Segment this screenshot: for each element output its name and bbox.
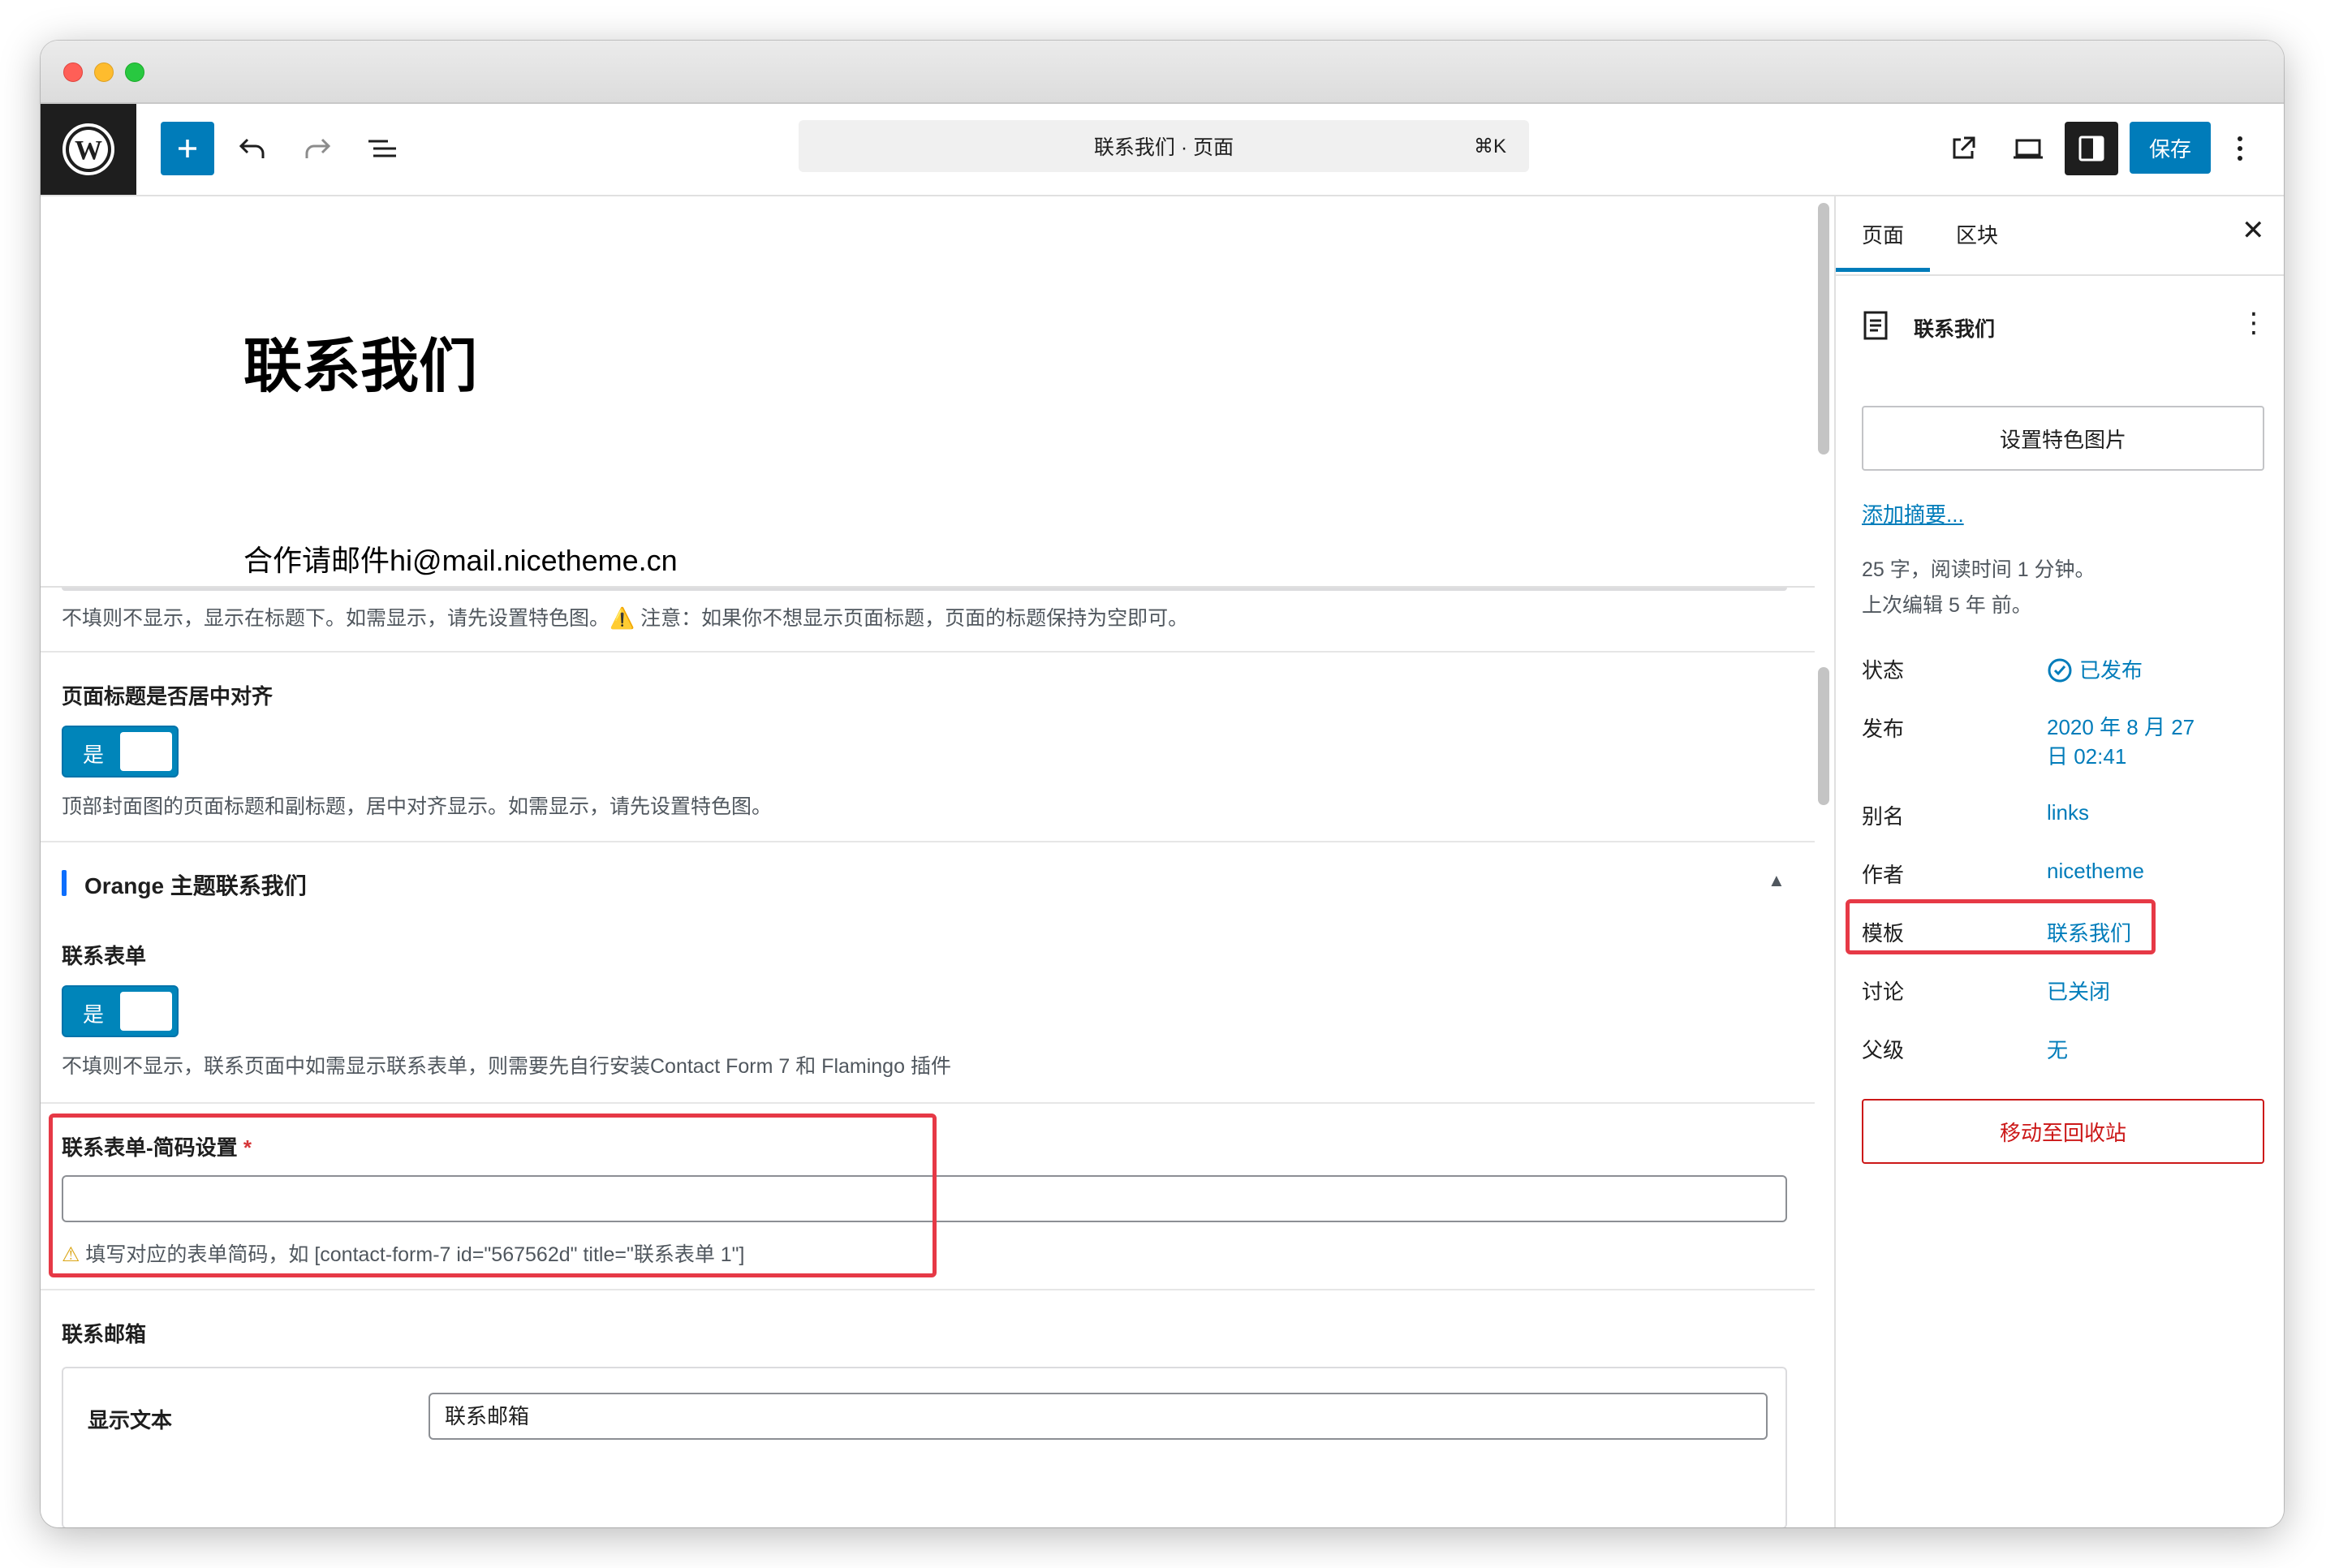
svg-text:W: W — [75, 136, 102, 166]
tab-page[interactable]: 页面 — [1862, 219, 1904, 249]
set-featured-image-button[interactable]: 设置特色图片 — [1862, 406, 2264, 471]
command-shortcut: ⌘K — [1473, 135, 1506, 157]
settings-toggle-button[interactable] — [2065, 122, 2118, 175]
browser-window: W 联系我们 · 页面 ⌘K 保存 联系我们 合作请邮件hi@mail.nice… — [41, 41, 2284, 1527]
center-title-toggle[interactable]: 是 — [62, 726, 179, 778]
section-heading: Orange 主题联系我们 — [84, 873, 307, 898]
canvas-scrollbar[interactable] — [1818, 203, 1829, 454]
word-count: 25 字，阅读时间 1 分钟。 — [1862, 558, 2096, 581]
settings-sidebar: 页面 区块 ✕ 联系我们 ⋮ 设置特色图片 添加摘要... 25 字，阅读时间 … — [1834, 196, 2284, 1527]
published-check-icon — [2048, 658, 2072, 683]
toggle-knob — [120, 992, 172, 1031]
undo-button[interactable] — [226, 122, 279, 175]
meta-boxes-area: 不填则不显示，显示在标题下。如需显示，请先设置特色图。⚠️ 注意：如果你不想显示… — [41, 588, 1815, 1527]
paragraph-block[interactable]: 合作请邮件hi@mail.nicetheme.cn — [243, 537, 678, 579]
contact-form-toggle[interactable]: 是 — [62, 985, 179, 1037]
toggle-label: 是 — [83, 743, 105, 767]
publish-label: 发布 — [1862, 717, 1905, 741]
contact-email-group: 显示文本 联系邮箱 — [62, 1367, 1787, 1527]
save-button[interactable]: 保存 — [2130, 122, 2211, 174]
document-bar-title: 联系我们 · 页面 — [1093, 136, 1234, 159]
editor-toolbar: W 联系我们 · 页面 ⌘K 保存 — [41, 104, 2284, 196]
redo-button[interactable] — [291, 122, 344, 175]
slug-label: 别名 — [1862, 804, 1905, 829]
center-title-hint: 顶部封面图的页面标题和副标题，居中对齐显示。如需显示，请先设置特色图。 — [62, 795, 773, 818]
minimize-window-button[interactable] — [94, 62, 114, 82]
discussion-value[interactable]: 已关闭 — [2047, 976, 2110, 1006]
author-value[interactable]: nicetheme — [2047, 859, 2144, 884]
status-value[interactable]: 已发布 — [2047, 654, 2143, 684]
toggle-knob — [120, 732, 172, 771]
author-label: 作者 — [1862, 863, 1905, 887]
display-text-input[interactable]: 联系邮箱 — [429, 1393, 1768, 1440]
undo-icon — [239, 138, 265, 158]
desktop-preview-icon — [2014, 139, 2043, 159]
close-sidebar-icon[interactable]: ✕ — [2242, 214, 2265, 247]
parent-label: 父级 — [1862, 1038, 1905, 1062]
divider — [41, 1102, 1815, 1104]
preview-device-button[interactable] — [2001, 122, 2055, 175]
external-link-icon — [1953, 136, 1975, 159]
redo-icon — [305, 138, 331, 158]
toggle-label: 是 — [83, 1002, 105, 1027]
display-text-label: 显示文本 — [88, 1408, 173, 1432]
wordpress-icon: W — [62, 123, 114, 175]
center-title-label: 页面标题是否居中对齐 — [62, 684, 274, 709]
sidebar-toggle-icon — [2078, 136, 2104, 162]
list-view-icon — [368, 140, 396, 157]
add-excerpt-link[interactable]: 添加摘要... — [1862, 498, 1964, 528]
divider — [41, 1289, 1815, 1290]
document-title: 联系我们 — [1914, 318, 1996, 341]
active-tab-indicator — [1836, 268, 1930, 272]
more-vertical-icon — [2238, 136, 2242, 161]
last-edited: 上次编辑 5 年 前。 — [1862, 594, 2032, 617]
list-view-button[interactable] — [355, 122, 409, 175]
contact-form-hint: 不填则不显示，联系页面中如需显示联系表单，则需要先自行安装Contact For… — [62, 1055, 951, 1078]
move-to-trash-button[interactable]: 移动至回收站 — [1862, 1099, 2264, 1164]
document-bar[interactable]: 联系我们 · 页面 ⌘K — [799, 120, 1529, 172]
document-summary: 联系我们 ⋮ — [1862, 308, 2268, 342]
plus-icon — [179, 140, 196, 157]
view-page-button[interactable] — [1936, 122, 1990, 175]
metabox-scrollbar[interactable] — [1818, 667, 1829, 805]
editor-canvas[interactable]: 联系我们 合作请邮件hi@mail.nicetheme.cn — [41, 196, 1815, 588]
wordpress-logo-button[interactable]: W — [41, 104, 136, 195]
contact-form-label: 联系表单 — [62, 944, 147, 968]
parent-value[interactable]: 无 — [2047, 1034, 2068, 1064]
more-vertical-icon[interactable]: ⋮ — [2240, 307, 2268, 339]
publish-value[interactable]: 2020 年 8 月 27 日 02:41 — [2047, 713, 2195, 771]
slug-value[interactable]: links — [2047, 800, 2089, 825]
highlight-box — [49, 1114, 937, 1277]
more-options-button[interactable] — [2224, 122, 2256, 175]
title-hint: 不填则不显示，显示在标题下。如需显示，请先设置特色图。⚠️ 注意：如果你不想显示… — [62, 607, 1189, 630]
divider — [41, 841, 1815, 842]
tab-block[interactable]: 区块 — [1956, 219, 1998, 249]
discussion-label: 讨论 — [1862, 980, 1905, 1004]
section-accent-bar — [62, 870, 67, 896]
window-titlebar — [41, 41, 2284, 104]
collapse-caret-icon[interactable]: ▲ — [1768, 870, 1785, 891]
divider — [41, 651, 1815, 653]
zoom-window-button[interactable] — [125, 62, 144, 82]
status-value-text: 已发布 — [2079, 658, 2143, 683]
status-label: 状态 — [1862, 658, 1905, 683]
page-title[interactable]: 联系我们 — [243, 318, 477, 403]
highlight-box — [1846, 899, 2156, 954]
close-window-button[interactable] — [63, 62, 83, 82]
add-block-button[interactable] — [161, 122, 214, 175]
input-bottom-edge — [62, 588, 1787, 591]
page-icon — [1863, 311, 1888, 340]
sidebar-tabs: 页面 区块 ✕ — [1836, 196, 2284, 276]
contact-email-label: 联系邮箱 — [62, 1322, 147, 1346]
